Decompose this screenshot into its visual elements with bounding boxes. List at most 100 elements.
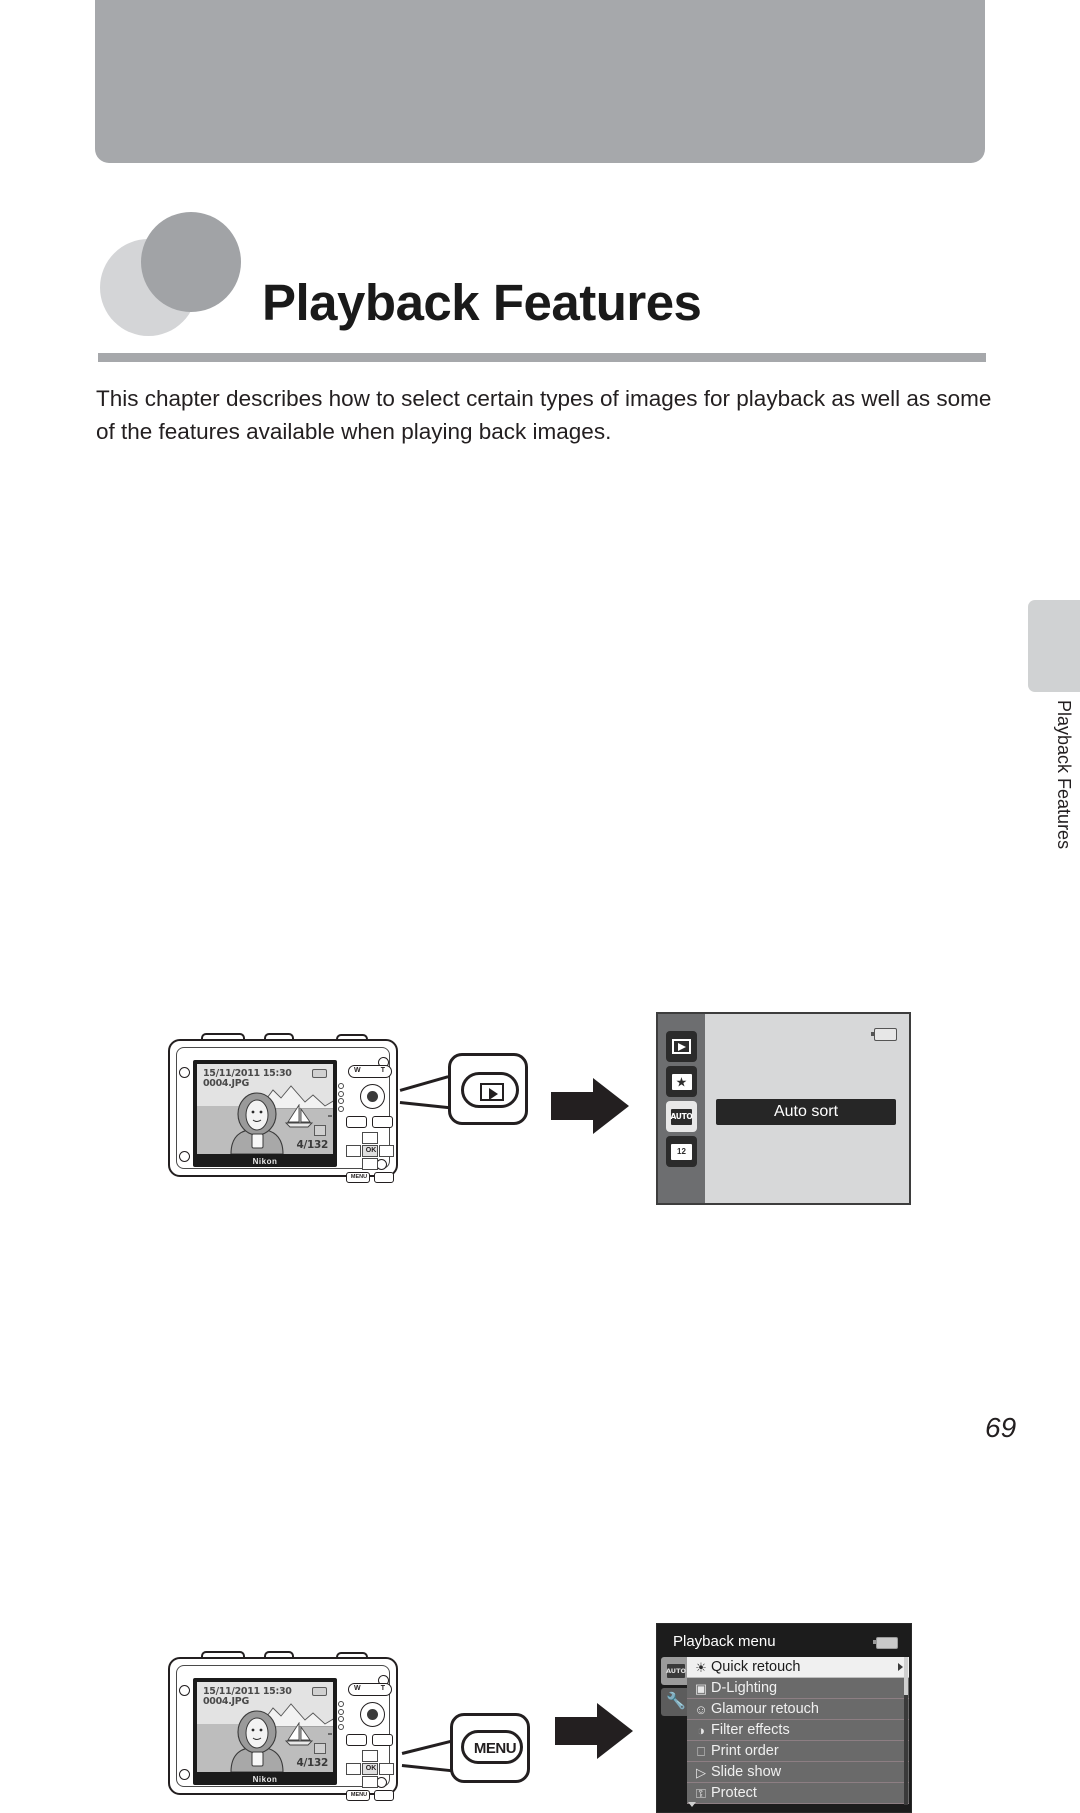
- lcd-filename: 0004.JPG: [203, 1696, 249, 1707]
- slide-show-icon: ▷: [696, 1764, 706, 1780]
- page-title: Playback Features: [262, 274, 702, 331]
- camera-bottom-buttons: MENU: [346, 1172, 394, 1183]
- multi-selector-right[interactable]: [379, 1145, 394, 1157]
- callout-leader-line: [401, 1739, 453, 1755]
- auto-sort-tooltip-label: Auto sort: [773, 1103, 839, 1120]
- protect-key-icon: ⚿: [696, 1785, 706, 1801]
- camera-record-mode-button[interactable]: [346, 1116, 367, 1128]
- submenu-arrow-icon: [898, 1663, 903, 1671]
- playback-button-shape[interactable]: [461, 1072, 519, 1108]
- camera-command-dial[interactable]: [360, 1084, 385, 1109]
- ok-label: OK: [365, 1765, 377, 1772]
- zoom-tele-label: T: [380, 1067, 385, 1074]
- title-divider-rule: [98, 353, 986, 362]
- sidebar-item-favorite-pictures[interactable]: ★: [666, 1066, 697, 1097]
- playback-mode-icon: [672, 1039, 691, 1054]
- camera-record-mode-button[interactable]: [346, 1734, 367, 1746]
- multi-selector-right[interactable]: [379, 1763, 394, 1775]
- d-lighting-icon: ▣: [694, 1680, 708, 1696]
- multi-selector-left[interactable]: [346, 1145, 361, 1157]
- menu-button-shape[interactable]: MENU: [461, 1730, 523, 1764]
- menu-item-quick-retouch[interactable]: ☀ Quick retouch: [687, 1657, 909, 1678]
- lcd-photo-person-icon: [230, 1710, 284, 1772]
- callout-playback-button: [448, 1053, 528, 1125]
- playback-menu-scrollbar[interactable]: [904, 1657, 908, 1805]
- menu-item-label: Protect: [711, 1785, 757, 1801]
- battery-icon: [873, 1637, 898, 1649]
- side-tab-label: Playback Features: [1054, 700, 1074, 850]
- camera-lamp-icon: [338, 1708, 344, 1715]
- menu-item-print-order[interactable]: ⎕ Print order: [687, 1741, 909, 1762]
- date-count-label: 12: [677, 1147, 686, 1156]
- flow-arrow-right-icon: [555, 1703, 633, 1759]
- camera-lamp-icon: [338, 1716, 344, 1722]
- playback-icon: [480, 1083, 504, 1101]
- camera-menu-button[interactable]: MENU: [346, 1790, 370, 1801]
- menu-item-d-lighting[interactable]: ▣ D-Lighting: [687, 1678, 909, 1699]
- camera-command-dial[interactable]: [360, 1702, 385, 1727]
- camera-bottom-buttons: MENU: [346, 1790, 394, 1801]
- multi-selector-up[interactable]: [362, 1132, 378, 1144]
- camera-body: 15/11/2011 15:30 0004.JPG 4/132 Nikon W …: [168, 1657, 398, 1801]
- menu-item-slide-show[interactable]: ▷ Slide show: [687, 1762, 909, 1783]
- callout-leader-line: [399, 1075, 449, 1092]
- camera-side-port-label: [328, 1733, 332, 1735]
- side-tab-marker: [1028, 600, 1080, 692]
- play-triangle-icon: [678, 1042, 686, 1051]
- camera-lamp-icon: [338, 1701, 344, 1707]
- scrollbar-thumb[interactable]: [904, 1657, 908, 1695]
- camera-multi-selector[interactable]: OK: [346, 1750, 394, 1788]
- camera-zoom-rocker[interactable]: W T: [348, 1683, 392, 1696]
- arrow-head: [597, 1703, 633, 1759]
- menu-item-protect[interactable]: ⚿ Protect: [687, 1783, 909, 1804]
- playback-menu-list: ☀ Quick retouch ▣ D-Lighting ☺ Glamour r…: [687, 1657, 909, 1804]
- menu-item-filter-effects[interactable]: ◑ Filter effects: [687, 1720, 909, 1741]
- sidebar-item-playback-mode[interactable]: [666, 1031, 697, 1062]
- auto-sort-screen: ★ AUTO 12 Auto sort: [656, 1012, 911, 1205]
- camera-delete-button[interactable]: [374, 1790, 394, 1801]
- camera-menu-button[interactable]: MENU: [346, 1172, 370, 1183]
- camera-multi-selector[interactable]: OK: [346, 1132, 394, 1170]
- multi-selector-left[interactable]: [346, 1763, 361, 1775]
- lcd-battery-icon: [312, 1069, 327, 1078]
- camera-brand-label: Nikon: [252, 1157, 278, 1166]
- filter-effects-icon: ◑: [697, 1722, 705, 1738]
- camera-zoom-rocker[interactable]: W T: [348, 1065, 392, 1078]
- camera-body: 15/11/2011 15:30 0004.JPG 4/132 Nikon W …: [168, 1039, 398, 1183]
- star-glyph-icon: ★: [675, 1074, 688, 1089]
- camera-screw-icon: [179, 1067, 190, 1078]
- scroll-down-caret-icon: [688, 1802, 696, 1807]
- multi-selector-down[interactable]: [362, 1776, 378, 1788]
- camera-playback-button[interactable]: [372, 1734, 393, 1746]
- lcd-photo-person-icon: [230, 1092, 284, 1154]
- menu-item-label: Filter effects: [711, 1722, 790, 1738]
- camera-lamp-icon: [338, 1105, 344, 1112]
- camera-lcd-screen: 15/11/2011 15:30 0004.JPG 4/132: [197, 1064, 333, 1154]
- sidebar-item-auto-sort[interactable]: AUTO: [666, 1101, 697, 1132]
- camera-screw-icon: [179, 1769, 190, 1780]
- auto-sort-sidebar: ★ AUTO 12: [658, 1014, 705, 1203]
- camera-illustration-rear: 15/11/2011 15:30 0004.JPG 4/132 Nikon W …: [168, 1651, 398, 1801]
- multi-selector-ok-button[interactable]: OK: [362, 1763, 378, 1775]
- multi-selector-up[interactable]: [362, 1750, 378, 1762]
- auto-label: AUTO: [665, 1667, 687, 1675]
- menu-button-label: MENU: [473, 1740, 517, 1757]
- multi-selector-ok-button[interactable]: OK: [362, 1145, 378, 1157]
- camera-lamp-icon: [338, 1098, 344, 1104]
- lcd-image-mode-icon: [314, 1125, 326, 1136]
- menu-item-label: D-Lighting: [711, 1680, 778, 1696]
- menu-label: MENU: [350, 1174, 368, 1180]
- lcd-battery-icon: [312, 1687, 327, 1696]
- camera-delete-button[interactable]: [374, 1172, 394, 1183]
- multi-selector-down[interactable]: [362, 1158, 378, 1170]
- callout-leader-line: [401, 1764, 454, 1772]
- camera-lamp-icon: [338, 1723, 344, 1730]
- sidebar-item-list-by-date[interactable]: 12: [666, 1136, 697, 1167]
- auto-sort-folder-icon: AUTO: [671, 1108, 693, 1125]
- setup-wrench-icon: 🔧: [666, 1693, 686, 1710]
- menu-item-glamour-retouch[interactable]: ☺ Glamour retouch: [687, 1699, 909, 1720]
- camera-lamp-icon: [338, 1090, 344, 1097]
- lcd-frame-counter: 4/132: [296, 1139, 328, 1151]
- camera-playback-button[interactable]: [372, 1116, 393, 1128]
- zoom-tele-label: T: [380, 1685, 385, 1692]
